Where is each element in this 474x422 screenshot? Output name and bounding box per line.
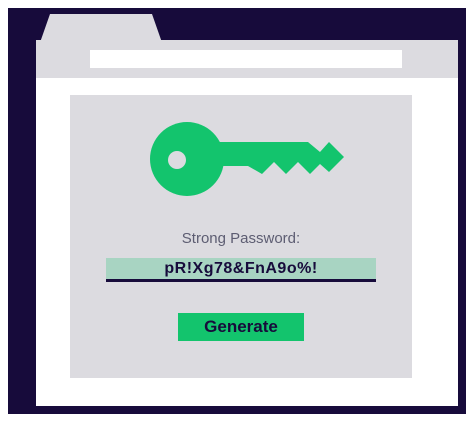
key-hole (168, 151, 186, 169)
password-label: Strong Password: (181, 230, 301, 247)
key-icon (150, 122, 344, 196)
browser-window: Strong Password: pR!Xg78&FnA9o%! Generat… (36, 40, 458, 406)
key-blade (208, 142, 344, 174)
address-bar[interactable] (90, 50, 402, 68)
password-output[interactable]: pR!Xg78&FnA9o%! (106, 258, 376, 282)
window-titlebar (36, 40, 458, 78)
generate-button[interactable]: Generate (178, 313, 304, 341)
password-panel: Strong Password: pR!Xg78&FnA9o%! Generat… (70, 95, 412, 378)
